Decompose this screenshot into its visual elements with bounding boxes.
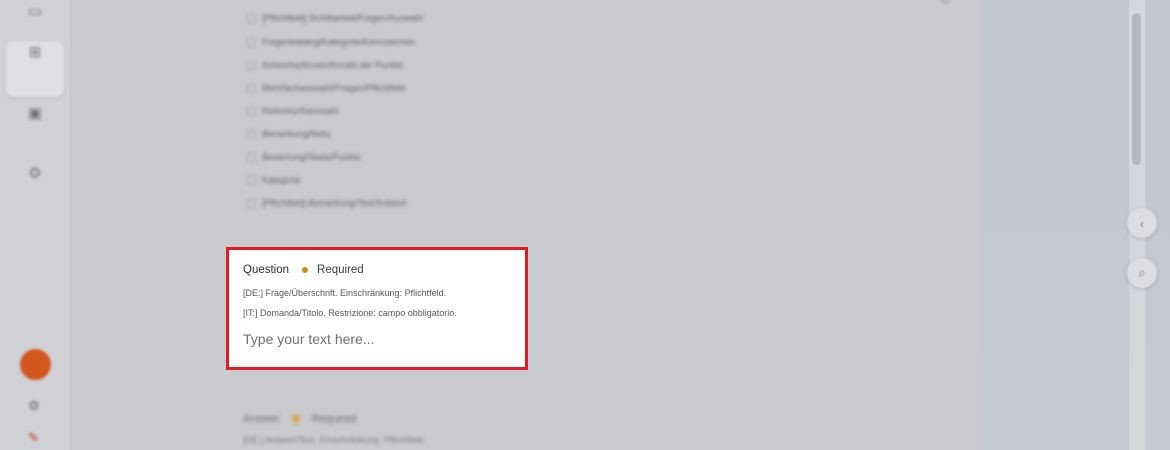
required-dot-icon (291, 415, 300, 423)
required-label: Required (311, 413, 357, 425)
option-item[interactable]: Antwortoptionen/Anzahl der Punkte (247, 59, 403, 71)
scrollbar-thumb[interactable] (1132, 13, 1141, 165)
option-label: [Pflichtfeld] Sichtbarkeit/Fragen/Auswah… (262, 13, 424, 23)
rail-item-calendar[interactable]: ▣ (6, 106, 64, 122)
collapse-panel-button[interactable]: ‹ (1127, 208, 1157, 238)
option-item[interactable]: Referenz/Kennzahl (247, 105, 339, 117)
checkbox[interactable] (247, 83, 256, 93)
rail-item-settings[interactable]: ⚙ (6, 166, 64, 182)
question-input[interactable] (243, 331, 513, 347)
rail-item-home[interactable]: ▭ (6, 4, 64, 20)
gear-icon[interactable]: ⚙ (28, 398, 40, 414)
hint-de: [DE:] Frage/Überschrift. Einschränkung: … (243, 288, 447, 298)
avatar[interactable] (20, 349, 51, 380)
option-item[interactable]: Fragenkatalog/Kategorie/Kennzeichen (247, 36, 415, 48)
chevron-left-icon: ‹ (1139, 215, 1145, 231)
option-label: Antwortoptionen/Anzahl der Punkte (262, 60, 404, 70)
checkbox[interactable] (247, 198, 256, 208)
option-item[interactable]: Mehrfachauswahl/Fragen/Pflichtfeld (247, 82, 405, 94)
option-item[interactable]: [Pflichtfeld] Bemerkung/Text/Antwort (247, 197, 407, 209)
calendar-icon: ▣ (27, 105, 43, 122)
rail-item-forms[interactable]: ⊞ (6, 41, 64, 97)
option-label: Referenz/Kennzahl (262, 106, 339, 116)
option-item[interactable]: [Pflichtfeld] Sichtbarkeit/Fragen/Auswah… (247, 12, 423, 24)
required-dot-icon (302, 267, 309, 273)
checkbox[interactable] (247, 175, 256, 185)
grid-icon: ⊞ (28, 44, 42, 61)
checkbox[interactable] (247, 152, 256, 162)
option-item[interactable]: Bewertung/Skala/Punkte (247, 151, 361, 163)
paperclip-icon: ⌕ (1138, 265, 1146, 280)
option-label: Bewertung/Skala/Punkte (262, 152, 361, 162)
left-rail: ▭ ⊞ ▣ ⚙ ⚙ ✎ (0, 0, 71, 450)
checkbox[interactable] (247, 106, 256, 116)
checkbox[interactable] (247, 13, 256, 23)
option-label: Kategorie (262, 175, 301, 185)
settings-icon: ⚙ (28, 165, 42, 182)
question-title: Question (243, 264, 290, 276)
next-question-title: Answer (243, 413, 280, 425)
question-header: Question Required (243, 264, 364, 276)
option-item[interactable]: Bemerkung/Notiz (247, 128, 331, 140)
option-label: Fragenkatalog/Kategorie/Kennzeichen (262, 37, 416, 47)
next-question-header: Answer Required (243, 413, 356, 425)
home-icon: ▭ (27, 3, 43, 20)
question-card: Question Required [DE:] Frage/Überschrif… (226, 247, 528, 370)
next-question-hint: [DE:] Antwort/Text. Einschränkung: Pflic… (243, 435, 426, 445)
option-label: [Pflichtfeld] Bemerkung/Text/Antwort (262, 198, 407, 208)
checkbox[interactable] (247, 129, 256, 139)
hint-it: [IT:] Domanda/Titolo. Restrizione: campo… (243, 308, 457, 318)
option-label: Mehrfachauswahl/Fragen/Pflichtfeld (262, 83, 406, 93)
checkbox[interactable] (247, 37, 256, 47)
checkbox[interactable] (247, 60, 256, 70)
attach-button[interactable]: ⌕ (1127, 258, 1157, 288)
required-label: Required (317, 264, 364, 276)
pin-icon[interactable]: ✎ (28, 430, 39, 446)
option-item[interactable]: Kategorie (247, 174, 301, 186)
option-label: Bemerkung/Notiz (262, 129, 332, 139)
